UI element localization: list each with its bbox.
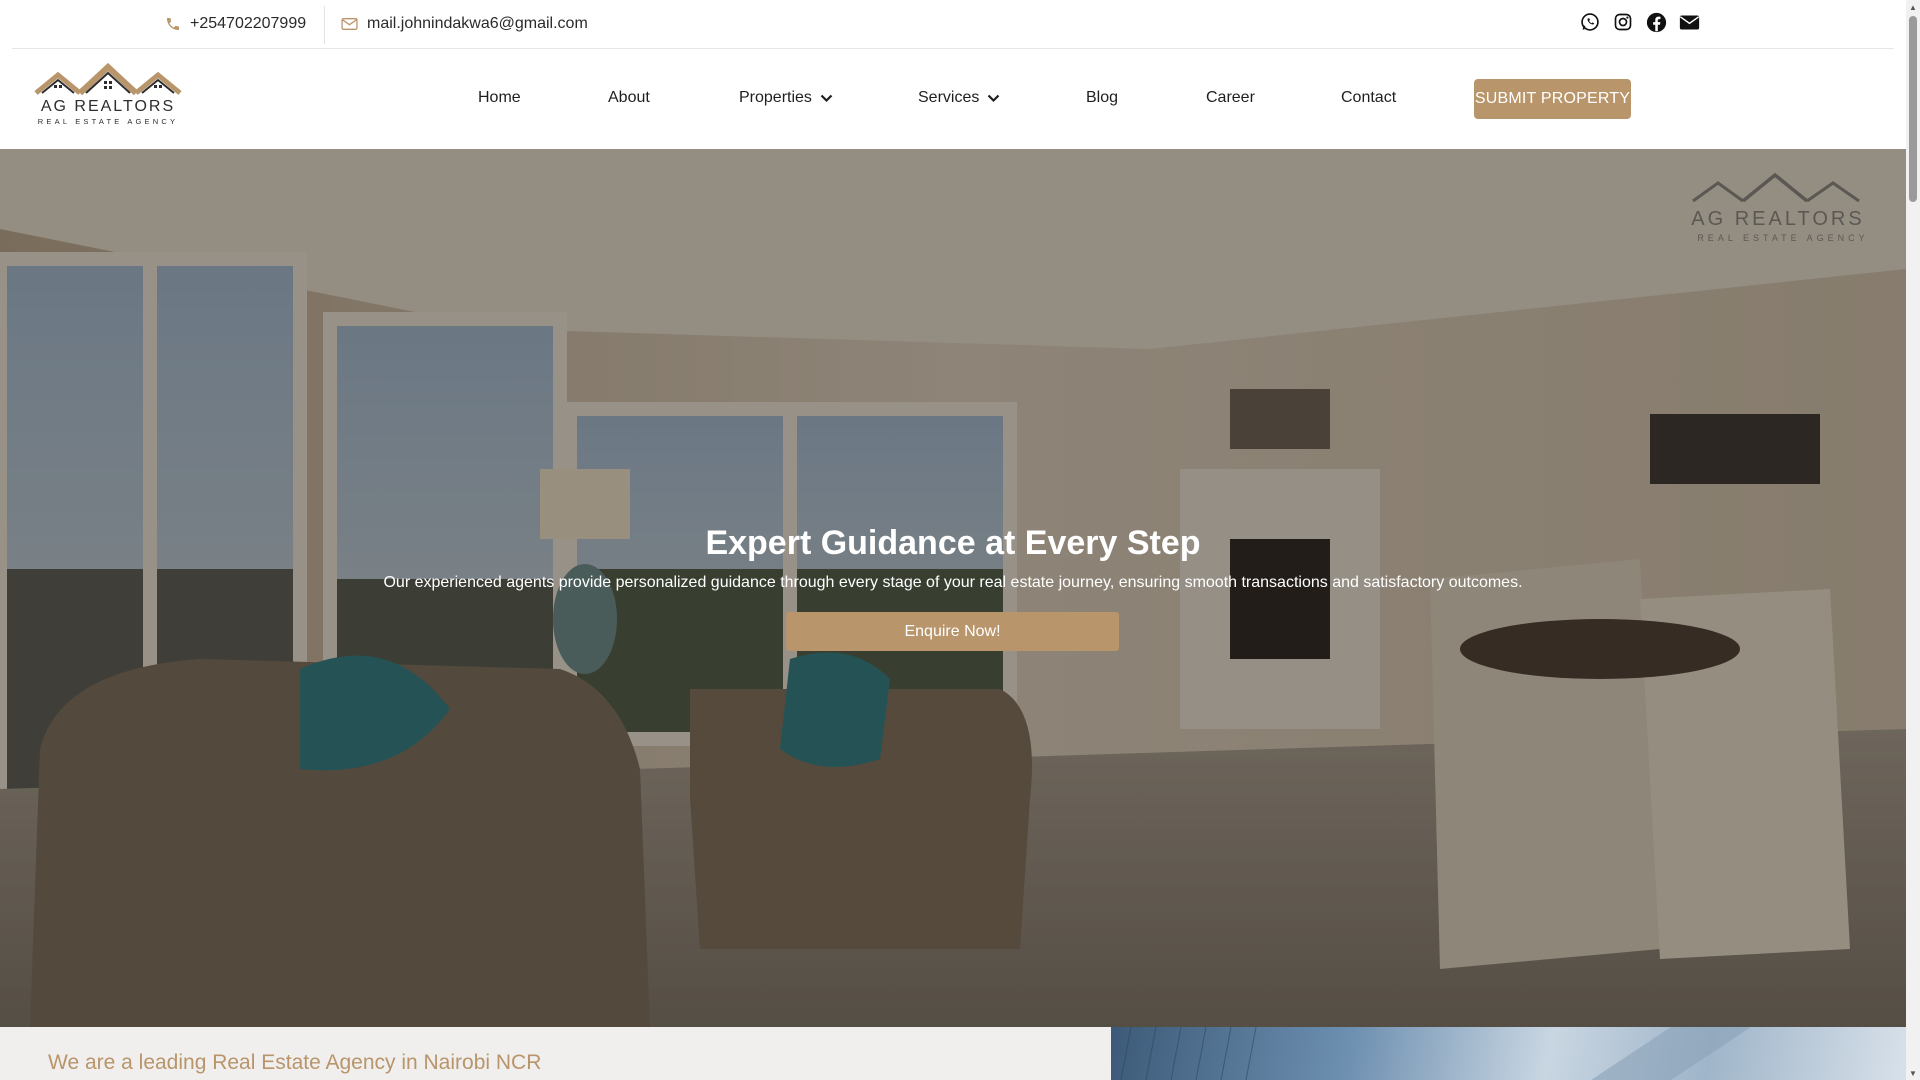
scroll-down-arrow-icon[interactable]: ▼ — [1906, 1066, 1920, 1080]
nav-contact[interactable]: Contact — [1341, 89, 1396, 107]
social-links — [1578, 10, 1701, 34]
page-scrollbar[interactable]: ▲ ▼ — [1906, 0, 1920, 1080]
instagram-icon[interactable] — [1611, 10, 1635, 34]
nav-services[interactable]: Services — [918, 89, 1000, 107]
scroll-up-arrow-icon[interactable]: ▲ — [1906, 0, 1920, 14]
nav-home-label: Home — [478, 89, 521, 106]
logo-name: AG REALTORS — [41, 98, 175, 115]
nav-home[interactable]: Home — [478, 89, 521, 107]
topbar-divider — [324, 6, 325, 44]
watermark-tagline: REAL ESTATE AGENCY — [1697, 233, 1868, 243]
hero-title: Expert Guidance at Every Step — [705, 524, 1201, 562]
top-contact-bar: +254702207999 mail.johnindakwa6@gmail.co… — [12, 0, 1894, 49]
chevron-down-icon — [820, 94, 833, 102]
logo-tagline: REAL ESTATE AGENCY — [38, 117, 178, 126]
about-tagline: We are a leading Real Estate Agency in N… — [48, 1051, 542, 1074]
hero-section: AG REALTORS REAL ESTATE AGENCY Expert Gu… — [0, 149, 1906, 1027]
chevron-down-icon — [988, 94, 1000, 102]
phone-number: +254702207999 — [190, 15, 307, 32]
nav-about[interactable]: About — [608, 89, 650, 107]
nav-blog-label: Blog — [1086, 89, 1119, 106]
nav-career-label: Career — [1206, 89, 1255, 106]
hero-subtitle: Our experienced agents provide personali… — [383, 574, 1523, 591]
envelope-outline-icon — [341, 18, 358, 30]
about-section: We are a leading Real Estate Agency in N… — [0, 1027, 1111, 1080]
nav-properties-label: Properties — [739, 89, 812, 106]
watermark-logo: AG REALTORS REAL ESTATE AGENCY — [1683, 169, 1883, 247]
scrollbar-thumb[interactable] — [1909, 16, 1917, 202]
phone-icon — [167, 18, 179, 30]
main-header: AG REALTORS REAL ESTATE AGENCY Home Abou… — [0, 49, 1906, 149]
watermark-name: AG REALTORS — [1691, 208, 1864, 230]
nav-blog[interactable]: Blog — [1086, 89, 1118, 107]
nav-about-label: About — [608, 89, 650, 106]
building-image — [1111, 1027, 1906, 1080]
nav-career[interactable]: Career — [1206, 89, 1255, 107]
submit-property-button[interactable]: SUBMIT PROPERTY — [1474, 79, 1631, 119]
email-address: mail.johnindakwa6@gmail.com — [367, 15, 588, 32]
phone-contact[interactable]: +254702207999 — [165, 0, 306, 48]
nav-services-label: Services — [918, 89, 980, 106]
enquire-now-button[interactable]: Enquire Now! — [786, 612, 1119, 651]
envelope-icon[interactable] — [1677, 10, 1701, 34]
site-logo[interactable]: AG REALTORS REAL ESTATE AGENCY — [28, 62, 188, 131]
nav-contact-label: Contact — [1341, 89, 1397, 106]
facebook-icon[interactable] — [1644, 10, 1668, 34]
whatsapp-icon[interactable] — [1578, 10, 1602, 34]
email-contact[interactable]: mail.johnindakwa6@gmail.com — [341, 0, 588, 48]
nav-properties[interactable]: Properties — [739, 89, 833, 107]
